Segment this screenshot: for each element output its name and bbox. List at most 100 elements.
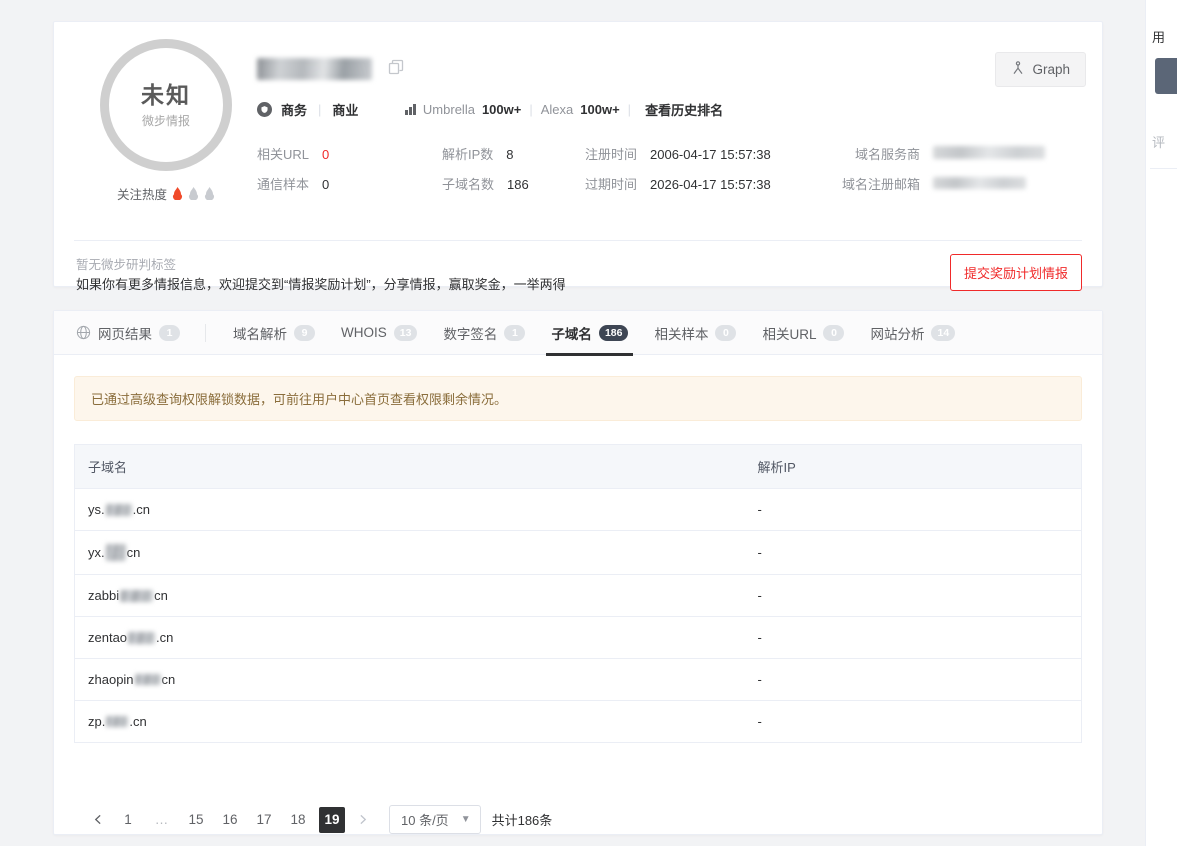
table-row[interactable]: ys. .cn - [74, 488, 1082, 531]
tab-badge: 13 [393, 324, 418, 341]
stat-label: 通信样本 [257, 177, 310, 192]
stat-value: 8 [506, 147, 514, 162]
pagination: 1 … 15 16 17 18 19 10 条/页 ▼ 共计186条 [74, 743, 1082, 834]
pagination-next-button[interactable] [349, 806, 375, 834]
rail-divider [1150, 168, 1177, 169]
pagination-page-16[interactable]: 16 [217, 807, 243, 833]
cell-resolved-ip: - [744, 658, 1082, 701]
table-row[interactable]: zp. .cn - [75, 701, 1082, 743]
tab-site-analysis[interactable]: 网站分析 14 [857, 311, 968, 355]
stat-label: 相关URL [257, 147, 310, 162]
threat-score-source: 微步情报 [141, 114, 190, 129]
stat-value-redacted [933, 146, 1046, 159]
subdomain-redacted [105, 544, 126, 561]
page-size-value: 10 条/页 [401, 813, 449, 828]
table-row[interactable]: zhaopin cn - [74, 658, 1082, 701]
tab-related-url[interactable]: 相关URL 0 [749, 311, 857, 355]
card-divider [74, 240, 1082, 241]
subdomain-prefix: zentao [88, 630, 128, 645]
subdomain-redacted [128, 631, 156, 644]
stat-label: 解析IP数 [442, 147, 494, 162]
tab-badge: 186 [598, 324, 629, 341]
attention-heat-label: 关注热度 [116, 188, 167, 202]
cell-resolved-ip: - [744, 488, 1082, 531]
category-primary: 商务 [281, 103, 308, 118]
tab-label: 相关样本 [654, 326, 709, 342]
rail-primary-button[interactable] [1155, 58, 1177, 94]
stat-label: 子域名数 [442, 177, 495, 192]
cell-resolved-ip: - [744, 574, 1082, 617]
pagination-page-19-current[interactable]: 19 [319, 806, 345, 833]
table-header-row: 子域名 解析IP [74, 444, 1082, 489]
pagination-ellipsis[interactable]: … [149, 812, 175, 827]
history-rank-link[interactable]: 查看历史排名 [645, 100, 723, 119]
rank-name-umbrella: Umbrella [422, 102, 475, 117]
stat-resolved-ip-count: 解析IP数 8 [442, 144, 514, 163]
copy-icon[interactable] [388, 59, 405, 79]
tab-digital-signature[interactable]: 数字签名 1 [430, 311, 538, 355]
graph-button[interactable]: Graph [995, 52, 1086, 87]
pagination-page-1[interactable]: 1 [115, 807, 141, 833]
pagination-page-18[interactable]: 18 [285, 807, 311, 833]
tab-label: 相关URL [762, 326, 817, 342]
stat-value: 0 [322, 177, 330, 192]
submit-reward-intel-button[interactable]: 提交奖励计划情报 [949, 254, 1082, 291]
tab-subdomains[interactable]: 子域名 186 [538, 311, 641, 356]
tab-badge: 9 [294, 324, 315, 341]
stat-value: 186 [507, 177, 529, 192]
stat-registrant-email: 域名注册邮箱 [842, 174, 1027, 193]
research-tag-note: 暂无微步研判标签 [76, 258, 177, 272]
category-separator: | [318, 102, 322, 117]
subdomain-table: 子域名 解析IP ys. .cn - yx. cn - zabbi cn - z… [74, 444, 1082, 743]
tab-web-results[interactable]: 网页结果 1 [76, 311, 193, 355]
tab-badge: 0 [823, 324, 845, 341]
stat-register-time: 注册时间 2006-04-17 15:57:38 [585, 144, 771, 163]
top-strip [0, 0, 1177, 10]
cell-subdomain: zp. .cn [75, 701, 745, 743]
cell-subdomain: zhaopin cn [74, 658, 745, 701]
pagination-page-17[interactable]: 17 [251, 807, 277, 833]
cell-subdomain: zentao .cn [74, 616, 745, 659]
rank-separator-1: | [529, 102, 533, 117]
stat-value: 2026-04-17 15:57:38 [650, 177, 771, 192]
subdomain-prefix: zp. [88, 714, 106, 729]
subdomain-suffix: cn [161, 672, 176, 687]
subdomain-redacted [120, 589, 154, 602]
graph-node-icon [1011, 61, 1025, 78]
rank-name-alexa: Alexa [540, 102, 574, 117]
domain-title-row [257, 52, 1086, 86]
cell-resolved-ip: - [757, 714, 762, 729]
stat-related-url: 相关URL 0 [257, 144, 329, 163]
domain-name-redacted [257, 58, 372, 80]
table-row[interactable]: zentao .cn - [74, 616, 1082, 659]
rail-title: 用 [1152, 30, 1166, 45]
globe-icon [76, 325, 91, 340]
tab-badge: 0 [715, 324, 737, 341]
page-root: 未知 微步情报 关注热度 商务 | 商业 Umbrella 100w+ | Al… [0, 0, 1177, 846]
cell-subdomain: zabbi cn [74, 574, 745, 617]
tab-dns-resolution[interactable]: 域名解析 9 [220, 311, 328, 355]
tab-whois[interactable]: WHOIS 13 [328, 311, 430, 355]
tab-label: 子域名 [551, 326, 592, 342]
subdomain-prefix: zabbi [88, 588, 120, 603]
chevron-down-icon: ▼ [460, 814, 471, 825]
page-size-select[interactable]: 10 条/页 ▼ [389, 805, 481, 834]
subdomain-suffix: cn [154, 588, 168, 603]
pagination-page-15[interactable]: 15 [183, 807, 209, 833]
table-row[interactable]: yx. cn - [74, 530, 1082, 575]
graph-button-label: Graph [1032, 62, 1070, 77]
threat-score-label: 未知 [141, 81, 191, 108]
flame-icon-active [172, 187, 183, 200]
domain-profile-card: 未知 微步情报 关注热度 商务 | 商业 Umbrella 100w+ | Al… [53, 21, 1103, 292]
rank-separator-2: | [627, 102, 632, 117]
threat-score-panel: 未知 微步情报 关注热度 [76, 39, 256, 203]
tab-related-samples[interactable]: 相关样本 0 [641, 311, 749, 355]
subdomain-redacted [134, 674, 161, 685]
table-row[interactable]: zabbi cn - [74, 574, 1082, 617]
tab-label: WHOIS [341, 325, 387, 340]
right-rail: 用 评 [1145, 0, 1177, 846]
subdomain-prefix: zhaopin [88, 672, 134, 687]
pagination-prev-button[interactable] [85, 806, 111, 834]
threat-score-ring: 未知 微步情报 [100, 39, 232, 171]
bar-chart-icon [405, 104, 416, 115]
